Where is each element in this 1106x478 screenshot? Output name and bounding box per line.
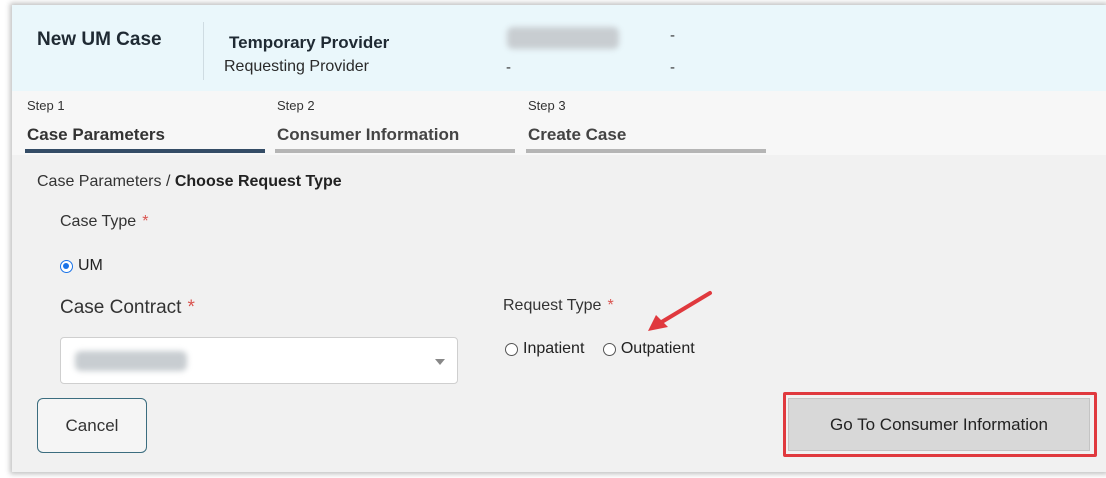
step-progress-bar bbox=[526, 149, 766, 153]
case-type-options: UM bbox=[60, 257, 117, 278]
request-type-label-text: Request Type bbox=[503, 297, 602, 314]
breadcrumb-separator: / bbox=[161, 173, 175, 190]
breadcrumb: Case Parameters / Choose Request Type bbox=[37, 173, 342, 191]
provider-role: Requesting Provider bbox=[224, 58, 369, 75]
inpatient-radio[interactable] bbox=[505, 342, 518, 356]
request-type-options: Inpatient Outpatient bbox=[505, 340, 709, 361]
case-contract-select[interactable] bbox=[60, 337, 458, 384]
case-contract-label: Case Contract * bbox=[60, 297, 195, 319]
request-type-label: Request Type * bbox=[503, 297, 614, 315]
case-contract-label-text: Case Contract bbox=[60, 297, 182, 318]
step-progress-bar bbox=[25, 149, 265, 153]
header-value-dash: - bbox=[670, 27, 675, 44]
um-radio-label: UM bbox=[78, 257, 103, 274]
um-radio[interactable] bbox=[60, 259, 73, 273]
breadcrumb-parent: Case Parameters bbox=[37, 173, 162, 190]
provider-name: Temporary Provider bbox=[229, 33, 390, 52]
step-case-parameters[interactable]: Step 1 Case Parameters bbox=[25, 91, 265, 155]
step-name: Create Case bbox=[528, 125, 627, 144]
chevron-down-icon bbox=[435, 359, 445, 365]
annotation-highlight-box bbox=[783, 392, 1097, 457]
step-number: Step 2 bbox=[277, 98, 315, 113]
required-marker: * bbox=[607, 297, 614, 314]
stepper: Step 1 Case Parameters Step 2 Consumer I… bbox=[12, 91, 1106, 155]
case-type-label-text: Case Type bbox=[60, 213, 137, 230]
inpatient-radio-label: Inpatient bbox=[523, 340, 585, 357]
step-number: Step 1 bbox=[27, 98, 65, 113]
header-value-dash: - bbox=[506, 59, 511, 76]
request-type-outpatient-option[interactable]: Outpatient bbox=[602, 340, 695, 358]
case-type-label: Case Type * bbox=[60, 213, 148, 231]
step-name: Consumer Information bbox=[277, 125, 460, 144]
header-value-dash: - bbox=[670, 59, 675, 76]
redacted-contract-value bbox=[75, 351, 187, 371]
breadcrumb-current: Choose Request Type bbox=[174, 173, 342, 190]
outpatient-radio-label: Outpatient bbox=[620, 340, 695, 357]
step-create-case[interactable]: Step 3 Create Case bbox=[526, 91, 766, 155]
request-type-inpatient-option[interactable]: Inpatient bbox=[505, 340, 584, 358]
annotation-arrow-icon bbox=[648, 291, 712, 331]
page-title: New UM Case bbox=[37, 29, 162, 50]
cancel-button[interactable]: Cancel bbox=[37, 398, 147, 453]
step-consumer-information[interactable]: Step 2 Consumer Information bbox=[275, 91, 515, 155]
redacted-provider-info bbox=[507, 27, 619, 49]
outpatient-radio[interactable] bbox=[602, 342, 616, 356]
app-window: New UM Case Temporary Provider Requestin… bbox=[12, 5, 1106, 472]
case-header: New UM Case Temporary Provider Requestin… bbox=[12, 5, 1106, 91]
header-divider bbox=[203, 22, 204, 80]
step-progress-bar bbox=[275, 149, 515, 153]
required-marker: * bbox=[142, 213, 149, 230]
step-number: Step 3 bbox=[528, 98, 566, 113]
step-name: Case Parameters bbox=[27, 125, 165, 144]
required-marker: * bbox=[187, 297, 195, 318]
case-type-um-option[interactable]: UM bbox=[60, 257, 103, 275]
